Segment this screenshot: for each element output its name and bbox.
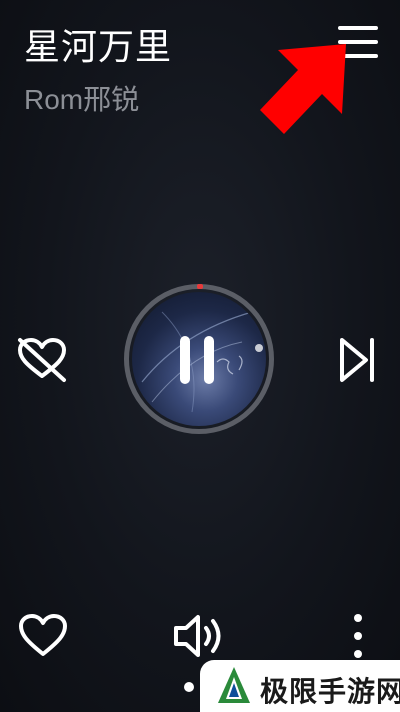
artist-name: Rom邢锐 <box>24 84 140 115</box>
page-indicator-dot <box>184 682 194 692</box>
more-button[interactable] <box>348 612 368 662</box>
watermark-text: 极限手游网 <box>260 676 400 707</box>
next-button[interactable] <box>336 336 380 384</box>
pause-button[interactable] <box>180 336 218 384</box>
progress-indicator <box>197 284 203 289</box>
heart-icon <box>19 614 67 656</box>
watermark-logo-icon <box>218 667 250 703</box>
dislike-button[interactable] <box>16 336 68 384</box>
progress-dot <box>255 344 263 352</box>
like-button[interactable] <box>18 612 68 660</box>
volume-button[interactable] <box>172 612 228 660</box>
red-arrow-annotation <box>260 44 346 134</box>
volume-icon <box>174 615 221 657</box>
heart-off-icon <box>18 338 66 382</box>
watermark-banner: 极限手游网 <box>200 660 400 712</box>
skip-next-icon <box>340 338 374 382</box>
more-vertical-icon <box>354 614 362 658</box>
song-title: 星河万里 <box>24 26 173 67</box>
